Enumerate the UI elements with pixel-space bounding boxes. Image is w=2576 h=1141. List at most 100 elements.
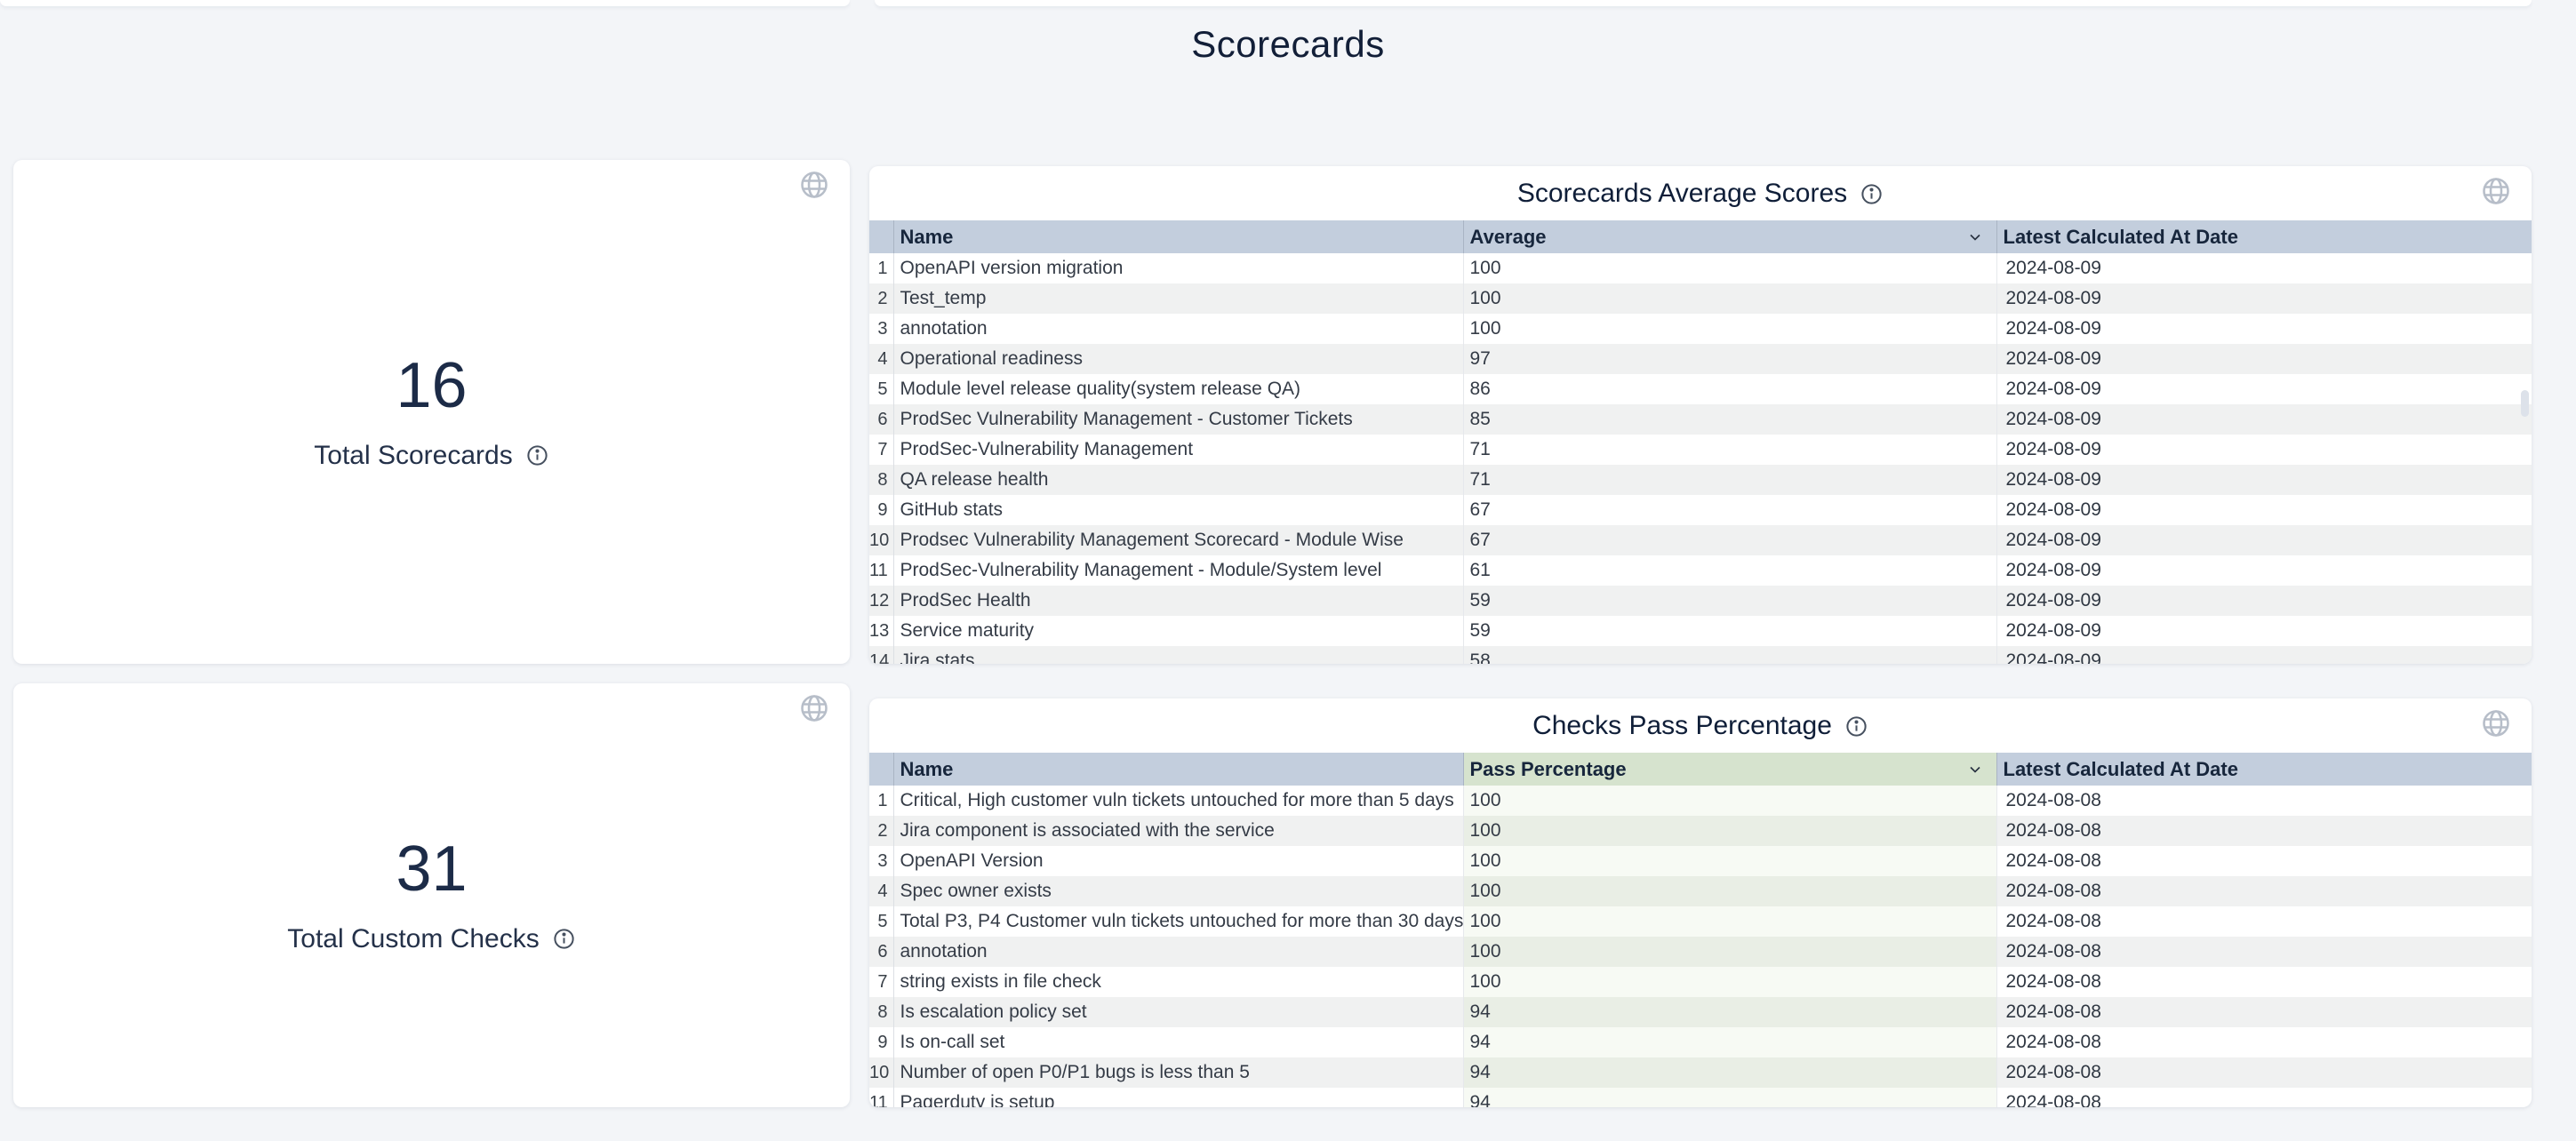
date-cell: 2024-08-09 xyxy=(1996,374,2532,404)
table-row[interactable]: 1OpenAPI version migration1002024-08-09 xyxy=(869,253,2532,283)
value-cell: 94 xyxy=(1463,1057,1996,1088)
chevron-down-icon[interactable] xyxy=(1966,228,1984,246)
partial-card-above-left xyxy=(0,0,850,6)
table-title: Scorecards Average Scores xyxy=(1517,179,1847,209)
table-row[interactable]: 9Is on-call set942024-08-08 xyxy=(869,1027,2532,1057)
date-cell: 2024-08-09 xyxy=(1996,404,2532,435)
date-cell: 2024-08-08 xyxy=(1996,786,2532,816)
date-cell: 2024-08-08 xyxy=(1996,816,2532,846)
partial-card-above-right xyxy=(875,0,2532,6)
row-index-cell: 13 xyxy=(869,616,893,646)
checks-pass-table: Name Pass Percentage Latest Calculated A… xyxy=(869,753,2532,1107)
row-index-cell: 2 xyxy=(869,283,893,314)
name-cell: ProdSec-Vulnerability Management - Modul… xyxy=(893,555,1463,586)
table-row[interactable]: 3OpenAPI Version1002024-08-08 xyxy=(869,846,2532,876)
table-header-row: Name Pass Percentage Latest Calculated A… xyxy=(869,753,2532,786)
row-index-cell: 1 xyxy=(869,786,893,816)
row-index-cell: 5 xyxy=(869,906,893,937)
row-index-cell: 10 xyxy=(869,1057,893,1088)
table-row[interactable]: 4Operational readiness972024-08-09 xyxy=(869,344,2532,374)
date-cell: 2024-08-09 xyxy=(1996,344,2532,374)
table-header-row: Name Average Latest Calculated At Date xyxy=(869,220,2532,253)
row-index-cell: 10 xyxy=(869,525,893,555)
name-cell: Operational readiness xyxy=(893,344,1463,374)
row-index-cell: 7 xyxy=(869,967,893,997)
row-index-cell: 6 xyxy=(869,404,893,435)
name-cell: GitHub stats xyxy=(893,495,1463,525)
table-title: Checks Pass Percentage xyxy=(1532,711,1832,741)
row-index-cell: 14 xyxy=(869,646,893,664)
name-cell: Test_temp xyxy=(893,283,1463,314)
row-index-cell: 6 xyxy=(869,937,893,967)
name-cell: annotation xyxy=(893,314,1463,344)
column-header-average-label: Average xyxy=(1470,226,1547,248)
table-row[interactable]: 2Jira component is associated with the s… xyxy=(869,816,2532,846)
name-cell: Spec owner exists xyxy=(893,876,1463,906)
globe-icon xyxy=(798,169,830,201)
name-cell: ProdSec-Vulnerability Management xyxy=(893,435,1463,465)
table-row[interactable]: 4Spec owner exists1002024-08-08 xyxy=(869,876,2532,906)
row-index-cell: 9 xyxy=(869,495,893,525)
row-index-cell: 8 xyxy=(869,997,893,1027)
column-header-name[interactable]: Name xyxy=(893,220,1463,253)
value-cell: 100 xyxy=(1463,283,1996,314)
table-row[interactable]: 7ProdSec-Vulnerability Management712024-… xyxy=(869,435,2532,465)
row-index-cell: 7 xyxy=(869,435,893,465)
stat-value: 31 xyxy=(396,837,467,901)
date-cell: 2024-08-08 xyxy=(1996,1088,2532,1107)
chevron-down-icon[interactable] xyxy=(1966,761,1984,778)
value-cell: 100 xyxy=(1463,314,1996,344)
widget-card-total-custom-checks: 31 Total Custom Checks xyxy=(13,683,850,1107)
table-row[interactable]: 6annotation1002024-08-08 xyxy=(869,937,2532,967)
column-header-name[interactable]: Name xyxy=(893,753,1463,786)
info-icon[interactable] xyxy=(525,443,549,467)
name-cell: Prodsec Vulnerability Management Scoreca… xyxy=(893,525,1463,555)
table-row[interactable]: 6ProdSec Vulnerability Management - Cust… xyxy=(869,404,2532,435)
column-header-average[interactable]: Average xyxy=(1463,220,1996,253)
table-row[interactable]: 13Service maturity592024-08-09 xyxy=(869,616,2532,646)
info-icon[interactable] xyxy=(1844,714,1868,738)
name-cell: Is on-call set xyxy=(893,1027,1463,1057)
table-row[interactable]: 3annotation1002024-08-09 xyxy=(869,314,2532,344)
info-icon[interactable] xyxy=(1860,182,1884,206)
column-header-latest-calculated[interactable]: Latest Calculated At Date xyxy=(1996,220,2532,253)
table-row[interactable]: 11Pagerduty is setup942024-08-08 xyxy=(869,1088,2532,1107)
table-row[interactable]: 12ProdSec Health592024-08-09 xyxy=(869,586,2532,616)
table-row[interactable]: 5Total P3, P4 Customer vuln tickets unto… xyxy=(869,906,2532,937)
date-cell: 2024-08-09 xyxy=(1996,314,2532,344)
table-row[interactable]: 9GitHub stats672024-08-09 xyxy=(869,495,2532,525)
table-row[interactable]: 8QA release health712024-08-09 xyxy=(869,465,2532,495)
name-cell: string exists in file check xyxy=(893,967,1463,997)
value-cell: 94 xyxy=(1463,997,1996,1027)
row-index-cell: 8 xyxy=(869,465,893,495)
table-row[interactable]: 10Prodsec Vulnerability Management Score… xyxy=(869,525,2532,555)
table-row[interactable]: 10Number of open P0/P1 bugs is less than… xyxy=(869,1057,2532,1088)
stat-label: Total Scorecards xyxy=(314,441,512,471)
row-index-cell: 11 xyxy=(869,555,893,586)
name-cell: Critical, High customer vuln tickets unt… xyxy=(893,786,1463,816)
name-cell: OpenAPI Version xyxy=(893,846,1463,876)
scrollbar-thumb[interactable] xyxy=(2521,390,2529,417)
value-cell: 97 xyxy=(1463,344,1996,374)
row-index-cell: 3 xyxy=(869,846,893,876)
value-cell: 71 xyxy=(1463,435,1996,465)
column-header-latest-calculated[interactable]: Latest Calculated At Date xyxy=(1996,753,2532,786)
info-icon[interactable] xyxy=(552,927,576,951)
date-cell: 2024-08-09 xyxy=(1996,495,2532,525)
row-index-header xyxy=(869,753,893,786)
name-cell: Jira stats xyxy=(893,646,1463,664)
table-row[interactable]: 14Jira stats582024-08-09 xyxy=(869,646,2532,664)
table-row[interactable]: 11ProdSec-Vulnerability Management - Mod… xyxy=(869,555,2532,586)
row-index-cell: 4 xyxy=(869,344,893,374)
table-row[interactable]: 7string exists in file check1002024-08-0… xyxy=(869,967,2532,997)
date-cell: 2024-08-09 xyxy=(1996,283,2532,314)
row-index-cell: 2 xyxy=(869,816,893,846)
table-row[interactable]: 8Is escalation policy set942024-08-08 xyxy=(869,997,2532,1027)
table-row[interactable]: 2Test_temp1002024-08-09 xyxy=(869,283,2532,314)
table-row[interactable]: 5Module level release quality(system rel… xyxy=(869,374,2532,404)
name-cell: QA release health xyxy=(893,465,1463,495)
name-cell: annotation xyxy=(893,937,1463,967)
row-index-cell: 4 xyxy=(869,876,893,906)
table-row[interactable]: 1Critical, High customer vuln tickets un… xyxy=(869,786,2532,816)
column-header-pass-percentage[interactable]: Pass Percentage xyxy=(1463,753,1996,786)
